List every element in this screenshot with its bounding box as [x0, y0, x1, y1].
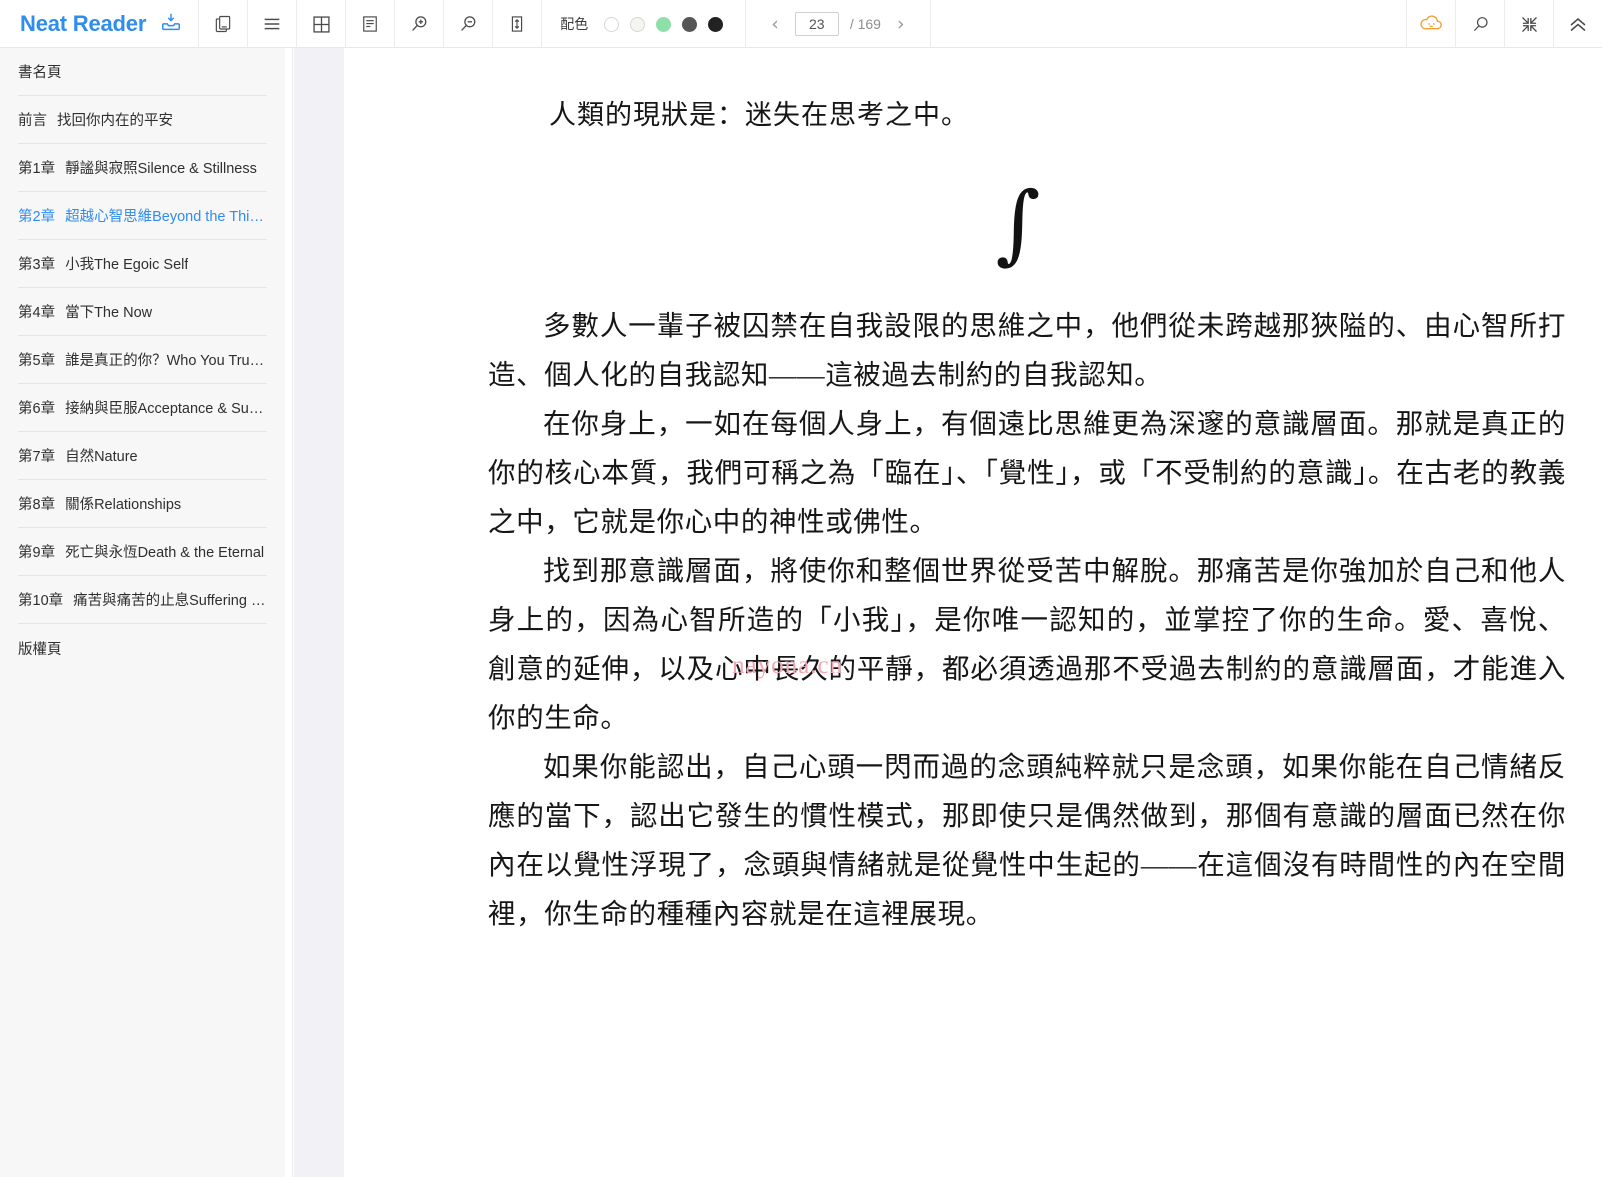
theme-green-swatch[interactable] [656, 16, 672, 32]
page-gutter [294, 48, 344, 1177]
toc-title: 靜謐與寂照Silence & Stillness [65, 161, 257, 177]
app-title: Neat Reader [20, 11, 147, 36]
theme-black-swatch[interactable] [708, 16, 724, 32]
paragraph-4: 如果你能認出，自己心頭一閃而過的念頭純粹就只是念頭，如果你能在自己情緒反應的當下… [488, 751, 1566, 930]
cloud-sync-icon [1420, 15, 1442, 30]
collapse-inward-icon [1521, 16, 1537, 32]
toc-title: 接納與臣服Acceptance & Su… [65, 401, 264, 417]
toc-num: 第4章 [18, 305, 56, 321]
sidebar-divider [285, 48, 293, 1177]
fit-height-icon-button[interactable] [493, 0, 543, 48]
top-toolbar: Neat Reader 配色 ‹ 23 / 169 › [0, 0, 1602, 48]
menu-lines-icon [264, 18, 280, 30]
toc-num: 版權頁 [18, 641, 62, 658]
collapse-inward-icon-button[interactable] [1504, 0, 1553, 48]
toc-title: 找回你内在的平安 [57, 113, 173, 129]
toc-num: 第2章 [18, 209, 56, 225]
sidebar-item-1[interactable]: 前言 找回你内在的平安 [18, 96, 267, 144]
sidebar-item-10[interactable]: 第9章 死亡與永恆Death & the Eternal [18, 528, 267, 576]
toc-title: 小我The Egoic Self [65, 257, 189, 273]
toc-num: 第3章 [18, 257, 56, 273]
toc-title: 關係Relationships [65, 497, 182, 513]
toc-num: 第8章 [18, 497, 56, 513]
color-scheme-label: 配色 [560, 16, 589, 32]
zoom-out-icon [461, 16, 476, 31]
text-align-icon-button[interactable] [346, 0, 396, 48]
fit-height-icon [512, 16, 523, 32]
paragraph-1: 多數人一輩子被囚禁在自我設限的思維之中，他們從未跨越那狹隘的、由心智所打造、個人… [488, 310, 1566, 391]
sidebar-item-7[interactable]: 第6章 接納與臣服Acceptance & Su… [18, 384, 267, 432]
toc-num: 書名頁 [18, 65, 62, 81]
sidebar-item-2[interactable]: 第1章 靜謐與寂照Silence & Stillness [18, 144, 267, 192]
text-align-icon [363, 16, 378, 32]
toolbar-right-group [1406, 0, 1602, 48]
prev-page-button[interactable]: ‹ [766, 13, 784, 36]
sidebar-item-8[interactable]: 第7章 自然Nature [18, 432, 267, 480]
toc-num: 第10章 [18, 593, 64, 609]
grid-layout-icon-button[interactable] [297, 0, 347, 48]
toc-num: 第9章 [18, 545, 56, 561]
toc-title: 超越心智思維Beyond the Thi… [65, 209, 264, 225]
theme-white-swatch[interactable] [604, 16, 620, 32]
sidebar-item-0[interactable]: 書名頁 [18, 48, 267, 96]
toc-title: 痛苦與痛苦的止息Suffering … [73, 593, 266, 609]
toc-num: 第7章 [18, 449, 56, 465]
page-total-label: / 169 [849, 16, 881, 32]
app-brand: Neat Reader [0, 0, 200, 48]
sidebar-item-5[interactable]: 第4章 當下The Now [18, 288, 267, 336]
paragraph-2: 在你身上，一如在每個人身上，有個遠比思維更為深邃的意識層面。那就是真正的你的核心… [488, 408, 1566, 538]
book-content: 人類的現狀是：迷失在思考之中。 ∫ 多數人一輩子被囚禁在自我設限的思維之中，他們… [344, 96, 1602, 938]
theme-gray-swatch[interactable] [682, 16, 698, 32]
chevron-double-up-icon-button[interactable] [1553, 0, 1602, 48]
lead-sentence: 人類的現狀是：迷失在思考之中。 [549, 100, 969, 130]
search-icon [1473, 16, 1488, 31]
reader-page: 人類的現狀是：迷失在思考之中。 ∫ 多數人一輩子被囚禁在自我設限的思維之中，他們… [344, 48, 1602, 1177]
toc-num: 前言 [18, 113, 47, 129]
toc-num: 第6章 [18, 401, 56, 417]
save-to-bookshelf-icon[interactable] [160, 11, 182, 38]
sidebar-item-3[interactable]: 第2章 超越心智思維Beyond the Thi… [18, 192, 267, 240]
next-page-button[interactable]: › [892, 13, 910, 36]
toc-title: 死亡與永恆Death & the Eternal [65, 545, 265, 561]
color-scheme-group: 配色 [542, 0, 747, 48]
zoom-out-icon-button[interactable] [444, 0, 494, 48]
theme-cream-swatch[interactable] [630, 16, 646, 32]
zoom-in-icon-button[interactable] [395, 0, 445, 48]
copy-page-icon [215, 15, 231, 33]
section-ornament: ∫ [995, 174, 1041, 275]
sidebar-item-6[interactable]: 第5章 誰是真正的你？Who You Trul… [18, 336, 267, 384]
grid-layout-icon [313, 15, 330, 33]
menu-lines-icon-button[interactable] [248, 0, 298, 48]
toc-title: 當下The Now [65, 305, 153, 321]
toc-title: 自然Nature [65, 449, 138, 465]
table-of-contents-sidebar[interactable]: 書名頁 前言 找回你内在的平安 第1章 靜謐與寂照Silence & Still… [0, 48, 285, 1177]
page-number-input[interactable] [794, 12, 839, 36]
sidebar-item-4[interactable]: 第3章 小我The Egoic Self [18, 240, 267, 288]
zoom-in-icon [412, 16, 427, 31]
cloud-sync-icon-button[interactable] [1406, 0, 1455, 48]
copy-page-icon-button[interactable] [199, 0, 249, 48]
body-text: 多數人一輩子被囚禁在自我設限的思維之中，他們從未跨越那狹隘的、由心智所打造、個人… [344, 301, 1602, 938]
sidebar-item-11[interactable]: 第10章 痛苦與痛苦的止息Suffering … [18, 576, 267, 624]
paragraph-3: 找到那意識層面，將使你和整個世界從受苦中解脫。那痛苦是你強加於自己和他人身上的，… [488, 555, 1566, 734]
chevron-double-up-icon [1570, 18, 1586, 32]
sidebar-item-12[interactable]: 版權頁 [18, 624, 267, 672]
sidebar-item-9[interactable]: 第8章 關係Relationships [18, 480, 267, 528]
toc-num: 第5章 [18, 353, 56, 369]
search-icon-button[interactable] [1455, 0, 1504, 48]
toc-title: 誰是真正的你？Who You Trul… [65, 353, 267, 369]
page-navigator: ‹ / 169 › [746, 0, 931, 48]
toc-num: 第1章 [18, 161, 56, 177]
